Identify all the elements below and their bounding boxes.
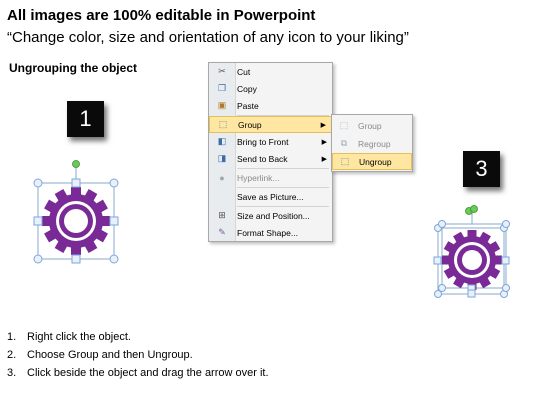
paste-icon: ▣ — [217, 100, 227, 110]
step-3-badge: 3 — [463, 151, 500, 187]
size-position-icon: ⊞ — [218, 210, 226, 220]
instruction-2: 2. Choose Group and then Ungroup. — [7, 349, 193, 361]
bring-to-front-icon: ◧ — [217, 136, 227, 146]
gear-object-ungrouped[interactable] — [428, 200, 518, 305]
step-1-badge: 1 — [67, 101, 104, 137]
group-icon: ⬚ — [218, 119, 228, 129]
menu-item-send-to-back[interactable]: ◨ Send to Back ▶ — [209, 150, 332, 167]
menu-item-format-shape[interactable]: ✎ Format Shape... — [209, 224, 332, 241]
group-icon: ⬚ — [339, 120, 349, 130]
menu-item-paste[interactable]: ▣ Paste — [209, 97, 332, 114]
menu-item-size-and-position[interactable]: ⊞ Size and Position... — [209, 207, 332, 224]
submenu-item-regroup[interactable]: ⧉ Regroup — [332, 135, 412, 152]
hyperlink-icon: ● — [219, 172, 225, 183]
scissors-icon: ✂ — [218, 66, 226, 76]
page-title: All images are 100% editable in Powerpoi… — [7, 7, 316, 24]
menu-item-save-as-picture[interactable]: Save as Picture... — [209, 188, 332, 205]
menu-item-group[interactable]: ⬚ Group ▶ — [209, 116, 332, 133]
menu-item-copy[interactable]: ❐ Copy — [209, 80, 332, 97]
submenu-arrow-icon: ▶ — [321, 138, 327, 146]
send-to-back-icon: ◨ — [217, 153, 227, 163]
submenu-item-group[interactable]: ⬚ Group — [332, 117, 412, 134]
submenu-arrow-icon: ▶ — [320, 121, 326, 129]
menu-item-cut[interactable]: ✂ Cut — [209, 63, 332, 80]
submenu-arrow-icon: ▶ — [321, 155, 327, 163]
gear-icon — [442, 230, 502, 290]
menu-item-bring-to-front[interactable]: ◧ Bring to Front ▶ — [209, 133, 332, 150]
format-shape-icon: ✎ — [218, 227, 226, 237]
ungroup-icon: ⬚ — [340, 156, 350, 166]
instruction-1: 1. Right click the object. — [7, 331, 131, 343]
group-submenu: ⬚ Group ⧉ Regroup ⬚ Ungroup — [331, 114, 413, 172]
context-menu: ✂ Cut ❐ Copy ▣ Paste ⬚ Group ▶ ◧ Bring t… — [208, 62, 333, 242]
submenu-item-ungroup[interactable]: ⬚ Ungroup — [332, 153, 412, 170]
regroup-icon: ⧉ — [340, 138, 348, 148]
page-subtitle: “Change color, size and orientation of a… — [7, 29, 409, 46]
section-label: Ungrouping the object — [9, 61, 137, 75]
menu-item-hyperlink[interactable]: ● Hyperlink... — [209, 169, 332, 186]
rotate-handle — [72, 160, 80, 168]
instruction-3: 3. Click beside the object and drag the a… — [7, 367, 269, 379]
copy-icon: ❐ — [217, 83, 227, 93]
gear-icon — [42, 187, 110, 255]
gear-object-selected[interactable] — [30, 155, 130, 265]
